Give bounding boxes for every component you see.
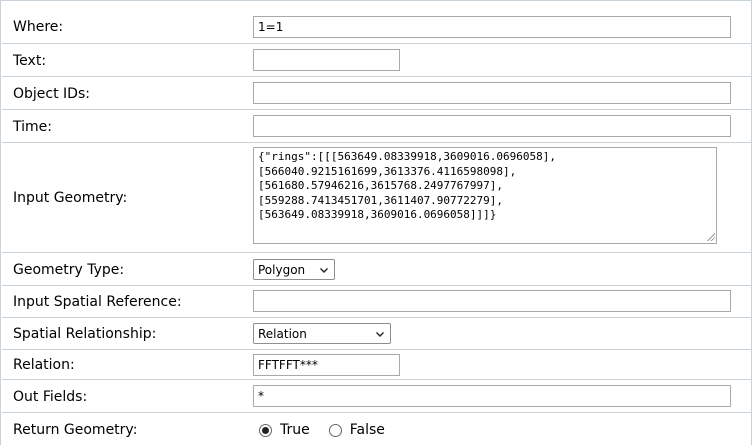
radio-false[interactable] — [328, 423, 342, 437]
spatial-relationship-label: Spatial Relationship: — [13, 326, 157, 342]
where-label: Where: — [13, 18, 64, 35]
input-spatial-reference-input[interactable] — [253, 290, 731, 312]
input-geometry-textarea[interactable]: {"rings":[[[563649.08339918,3609016.0696… — [253, 147, 717, 244]
spatial-relationship-select[interactable]: Relation — [253, 323, 391, 344]
row-text: Text: — [2, 43, 752, 77]
return-geometry-true-option[interactable]: True — [259, 422, 310, 438]
relation-label: Relation: — [13, 357, 75, 373]
row-relation: Relation: — [2, 349, 752, 380]
input-geometry-label: Input Geometry: — [13, 190, 128, 206]
out-fields-input[interactable] — [253, 385, 731, 407]
input-spatial-reference-label: Input Spatial Reference: — [13, 294, 182, 310]
return-geometry-false-label: False — [349, 422, 385, 438]
chevron-down-icon — [376, 331, 384, 337]
radio-true[interactable] — [259, 423, 272, 437]
row-out-fields: Out Fields: — [2, 379, 752, 413]
row-input-geometry: Input Geometry: {"rings":[[[563649.08339… — [2, 142, 752, 253]
return-geometry-radio-group: True False — [259, 422, 404, 438]
time-input[interactable] — [253, 115, 731, 137]
row-geometry-type: Geometry Type: Polygon — [2, 252, 752, 286]
spatial-relationship-value: Relation — [258, 326, 307, 341]
row-object-ids: Object IDs: — [2, 76, 752, 110]
row-input-spatial-reference: Input Spatial Reference: — [2, 285, 752, 318]
geometry-type-value: Polygon — [258, 262, 306, 277]
text-input[interactable] — [253, 49, 400, 71]
row-time: Time: — [2, 109, 752, 143]
row-return-geometry: Return Geometry: True False — [2, 412, 752, 447]
chevron-down-icon — [320, 267, 328, 273]
relation-input[interactable] — [253, 354, 400, 376]
query-form: Where: Text: Object IDs: Time: Input Geo… — [0, 0, 752, 445]
where-input[interactable] — [253, 16, 731, 38]
object-ids-input[interactable] — [253, 82, 731, 104]
row-where: Where: — [2, 10, 752, 43]
return-geometry-false-option[interactable]: False — [328, 422, 385, 438]
geometry-type-label: Geometry Type: — [13, 261, 125, 278]
object-ids-label: Object IDs: — [13, 85, 90, 102]
return-geometry-label: Return Geometry: — [13, 422, 138, 438]
resize-grip-icon[interactable] — [706, 232, 715, 241]
time-label: Time: — [13, 118, 52, 135]
out-fields-label: Out Fields: — [13, 388, 88, 405]
return-geometry-true-label: True — [280, 422, 310, 438]
row-spatial-relationship: Spatial Relationship: Relation — [2, 317, 752, 350]
geometry-type-select[interactable]: Polygon — [253, 259, 335, 280]
text-label: Text: — [13, 52, 47, 69]
